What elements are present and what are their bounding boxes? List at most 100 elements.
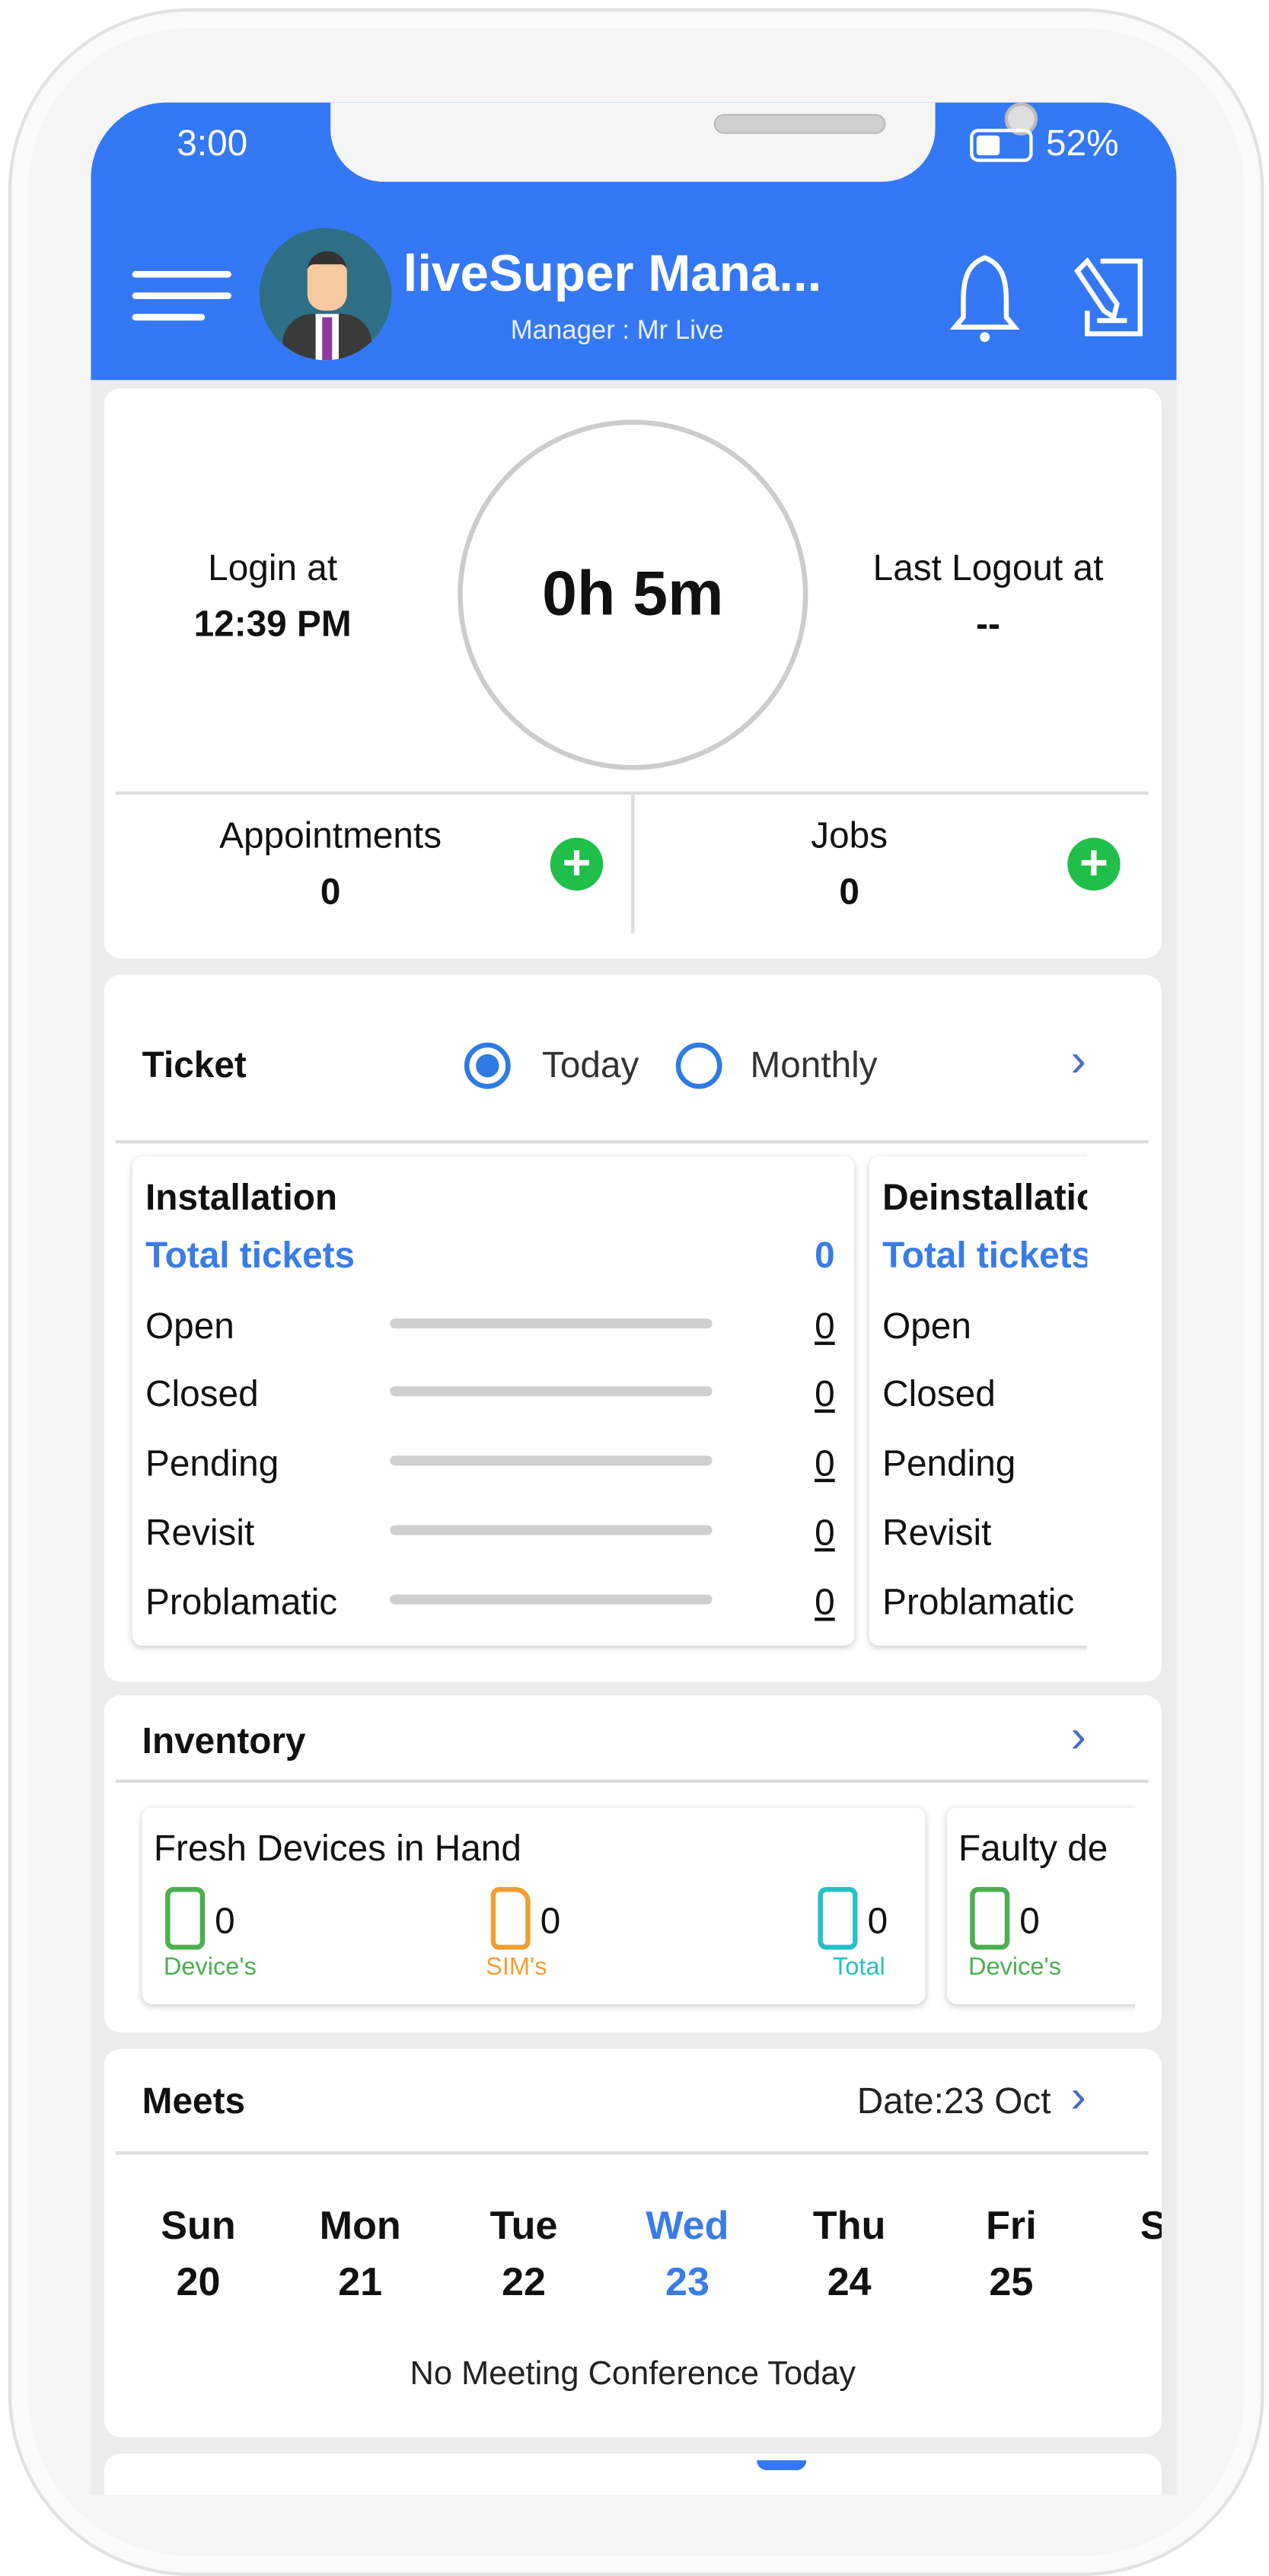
installation-total: 0	[815, 1234, 835, 1276]
row-value[interactable]: 0	[815, 1373, 835, 1416]
total-value: 0	[867, 1900, 888, 1942]
installation-title: Installation	[145, 1176, 338, 1218]
row-label: Problamatic	[882, 1581, 1075, 1623]
inventory-chevron-right-icon[interactable]: ›	[1071, 1710, 1086, 1763]
sim-icon	[490, 1886, 531, 1950]
appointments-count: 0	[320, 870, 341, 913]
radio-monthly-label[interactable]: Monthly	[750, 1044, 877, 1087]
row-label: Open	[882, 1305, 971, 1347]
faulty-devices-card[interactable]: Faulty de 0 Device's	[946, 1807, 1136, 2004]
deinstallation-total-label: Total tickets	[882, 1234, 1092, 1276]
edit-icon[interactable]	[1071, 254, 1147, 340]
battery-percent: 52%	[1045, 122, 1119, 164]
deinstallation-card[interactable]: Deinstallation Total tickets Open Closed…	[869, 1156, 1162, 1646]
progress-bar	[1127, 1525, 1162, 1535]
deinstallation-title: Deinstallation	[882, 1176, 1121, 1218]
inventory-title: Inventory	[142, 1720, 306, 1761]
progress-bar	[1127, 1595, 1162, 1605]
row-label: Revisit	[882, 1512, 992, 1554]
radio-today-label[interactable]: Today	[542, 1044, 639, 1087]
day-wed-selected[interactable]: Wed 23	[621, 2205, 754, 2307]
logout-label: Last Logout at	[872, 547, 1104, 588]
sims-value: 0	[540, 1900, 561, 1942]
row-label: Pending	[882, 1442, 1016, 1484]
speaker	[713, 113, 886, 134]
fresh-devices-card[interactable]: Fresh Devices in Hand 0 Device's 0 SIM's…	[142, 1807, 926, 2004]
next-card	[104, 2453, 1162, 2495]
fresh-devices-title: Fresh Devices in Hand	[153, 1827, 521, 1869]
meets-title: Meets	[142, 2080, 246, 2122]
sims-label: SIM's	[486, 1953, 547, 1981]
no-meeting-text: No Meeting Conference Today	[410, 2356, 856, 2393]
attendance-card: Login at 12:39 PM 0h 5m Last Logout at -…	[104, 388, 1162, 958]
add-appointment-button[interactable]: +	[550, 837, 604, 891]
faulty-devices-title: Faulty de	[958, 1827, 1108, 1869]
progress-bar	[390, 1318, 713, 1329]
faulty-value: 0	[1019, 1900, 1040, 1942]
row-label: Revisit	[145, 1512, 255, 1554]
progress-bar	[1127, 1386, 1162, 1396]
duration-value: 0h 5m	[542, 560, 724, 630]
total-label: Total	[832, 1953, 885, 1981]
bell-icon[interactable]	[947, 251, 1023, 344]
divider	[115, 2151, 1149, 2155]
header-title: liveSuper Mana...	[403, 244, 822, 303]
progress-bar	[1127, 1318, 1162, 1328]
devices-value: 0	[215, 1900, 235, 1942]
devices-icon	[818, 1886, 858, 1950]
notch	[330, 102, 1038, 182]
installation-total-label: Total tickets	[145, 1234, 356, 1276]
avatar[interactable]	[259, 228, 392, 361]
divider	[115, 1779, 1149, 1784]
row-label: Problamatic	[145, 1581, 338, 1623]
logout-time: --	[976, 603, 1000, 645]
login-label: Login at	[208, 547, 338, 588]
day-fri[interactable]: Fri 25	[945, 2205, 1078, 2307]
row-value[interactable]: 0	[815, 1306, 835, 1348]
day-sun[interactable]: Sun 20	[132, 2205, 265, 2307]
installation-card[interactable]: Installation Total tickets 0 Open 0 Clos…	[132, 1156, 855, 1646]
divider	[115, 1140, 1149, 1144]
divider	[631, 795, 635, 934]
devices-label: Device's	[163, 1953, 257, 1981]
ticket-title: Ticket	[142, 1044, 247, 1086]
progress-bar	[390, 1594, 713, 1605]
faulty-label: Device's	[968, 1953, 1061, 1981]
progress-bar	[390, 1455, 713, 1466]
jobs-label: Jobs	[811, 815, 888, 856]
jobs-count: 0	[839, 870, 859, 913]
progress-bar	[390, 1525, 713, 1535]
day-tue[interactable]: Tue 22	[458, 2205, 590, 2307]
radio-today[interactable]	[464, 1042, 511, 1089]
progress-bar	[1127, 1455, 1162, 1465]
day-mon[interactable]: Mon 21	[294, 2205, 426, 2307]
battery-icon	[970, 129, 1033, 162]
header-subtitle: Manager : Mr Live	[510, 317, 724, 346]
appointments-label: Appointments	[219, 815, 442, 856]
meets-chevron-right-icon[interactable]: ›	[1071, 2071, 1086, 2123]
inventory-card: Inventory › Fresh Devices in Hand 0 Devi…	[104, 1695, 1162, 2032]
radio-monthly[interactable]	[675, 1042, 722, 1089]
meets-card: Meets Date:23 Oct › Sun 20 Mon 21 Tue 22 We…	[104, 2048, 1162, 2437]
day-thu[interactable]: Thu 24	[783, 2205, 916, 2307]
meets-date: Date:23 Oct	[856, 2080, 1051, 2122]
day-sat[interactable]: S	[1140, 2205, 1162, 2251]
phone-icon	[165, 1886, 206, 1950]
ticket-chevron-right-icon[interactable]: ›	[1071, 1035, 1086, 1087]
menu-icon[interactable]	[132, 270, 231, 321]
progress-bar	[390, 1386, 713, 1397]
row-label: Closed	[145, 1372, 259, 1415]
ticket-card: Ticket Today Monthly › Installation Tota…	[104, 974, 1162, 1682]
add-job-button[interactable]: +	[1067, 837, 1121, 891]
phone-icon	[970, 1886, 1010, 1950]
row-label: Closed	[882, 1372, 996, 1415]
login-time: 12:39 PM	[193, 603, 352, 645]
status-time: 3:00	[177, 122, 248, 164]
app-screen: 3:00 52% liveSuper Mana... Manager : Mr …	[91, 102, 1177, 2495]
row-value[interactable]: 0	[815, 1512, 835, 1554]
indicator	[757, 2460, 807, 2471]
row-value[interactable]: 0	[815, 1443, 835, 1485]
row-label: Pending	[145, 1442, 279, 1484]
row-label: Open	[145, 1305, 234, 1347]
row-value[interactable]: 0	[815, 1581, 835, 1624]
